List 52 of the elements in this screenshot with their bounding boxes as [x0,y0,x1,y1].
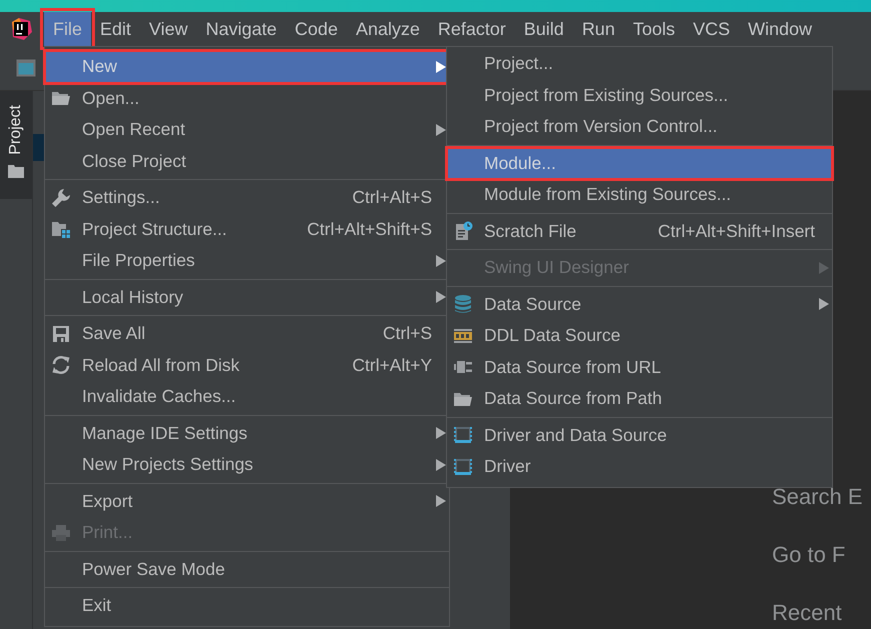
menu-item[interactable]: Module... [447,148,832,179]
menu-item[interactable]: Settings... Ctrl+Alt+S [45,182,449,214]
menu-item[interactable]: Project... [447,48,832,80]
menu-item[interactable]: Open... [45,82,449,114]
menu-item[interactable]: Close Project [45,146,449,177]
menu-item[interactable]: Manage IDE Settings [45,418,449,449]
menu-bar-item[interactable]: Run [572,12,624,46]
menu-bar-item[interactable]: Analyze [346,12,429,46]
menu-bar-item[interactable]: File [44,12,92,46]
menu-item[interactable]: Module from Existing Sources... [447,179,832,210]
menu-item[interactable]: Project from Existing Sources... [447,80,832,111]
menu-bar-item[interactable]: Window [739,12,822,46]
project-tab[interactable]: Project [0,91,32,199]
shortcut-text: Ctrl+Alt+Y [352,354,432,376]
menu-item[interactable]: Driver and Data Source [447,420,832,451]
menu-item[interactable]: Data Source from URL [447,352,832,383]
menu-item[interactable]: New Projects Settings [45,449,449,480]
editor-hint: Recent [772,599,842,627]
shortcut-text: Ctrl+Alt+S [352,187,432,208]
editor-hint: Go to F [772,541,846,569]
menu-bar-item[interactable]: VCS [684,12,740,46]
menu-item[interactable]: File Properties [45,245,449,276]
menu-item[interactable]: Exit [45,590,449,622]
menu-bar-item[interactable]: Code [286,12,347,46]
menu-item[interactable]: Project Structure... Ctrl+Alt+Shift+S [45,214,449,245]
menu-item[interactable]: Invalidate Caches... [45,381,449,412]
menu-item[interactable]: Data Source from Path [447,383,832,414]
menu-item[interactable]: Open Recent [45,114,449,146]
menu-bar-item[interactable]: Refactor [428,12,515,46]
menu-item[interactable]: Reload All from Disk Ctrl+Alt+Y [45,350,449,381]
menu-item[interactable]: DDL Data Source [447,320,832,352]
menu-bar-item[interactable]: View [140,12,197,46]
menu-item[interactable]: Scratch File Ctrl+Alt+Shift+Insert [447,216,832,247]
menu-bar-item[interactable]: Build [514,12,573,46]
menu-item[interactable]: Local History [45,282,449,313]
menu-item[interactable]: Driver [447,451,832,482]
menu-item[interactable]: Project from Version Control... [447,111,832,142]
menu-bar-item[interactable]: Tools [624,12,684,46]
menu-item[interactable]: Power Save Mode [45,554,449,585]
menu-bar-item[interactable]: Navigate [196,12,286,46]
menu-item[interactable]: Export [45,486,449,517]
menu-bar-item[interactable]: Edit [91,12,140,46]
editor-hint: Search E [772,483,862,511]
shortcut-text: Ctrl+S [382,323,432,344]
window-icon[interactable] [16,59,36,77]
shortcut-text: Ctrl+Alt+Shift+Insert [658,220,815,242]
menu-item[interactable]: New [45,51,449,82]
menu-item[interactable]: Save All Ctrl+S [45,318,449,350]
folder-icon [8,164,24,178]
shortcut-text: Ctrl+Alt+Shift+S [307,218,432,240]
app-logo-icon [10,18,32,40]
menu-item[interactable]: Data Source [447,288,832,320]
